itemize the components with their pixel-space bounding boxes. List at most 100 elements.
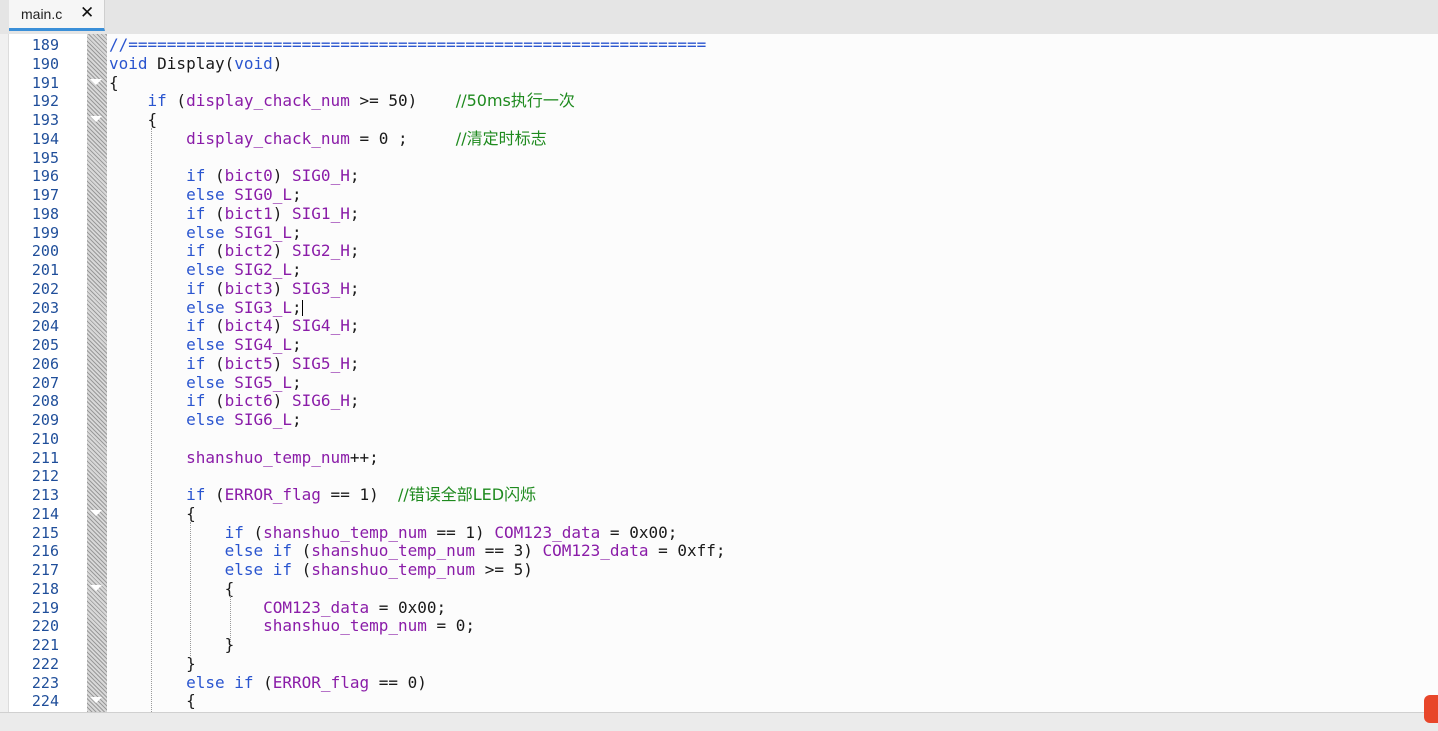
code-token: >= 50) xyxy=(349,91,456,111)
code-identifier: shanshuo_temp_num xyxy=(263,522,427,542)
code-line[interactable]: 205 else SIG4_L; xyxy=(0,335,1438,355)
line-number: 191 xyxy=(31,73,59,92)
code-line[interactable]: 200 if (bict2) SIG2_H; xyxy=(0,241,1438,261)
code-line[interactable]: 219 COM123_data = 0x00; xyxy=(0,598,1438,618)
close-icon[interactable]: ✕ xyxy=(80,3,94,23)
code-line[interactable]: 204 if (bict4) SIG4_H; xyxy=(0,316,1438,336)
code-line[interactable]: 190 void Display(void) xyxy=(0,53,1438,74)
code-text: else if (shanshuo_temp_num == 3) COM123_… xyxy=(109,541,726,561)
code-line[interactable]: 217 else if (shanshuo_temp_num >= 5) xyxy=(0,560,1438,580)
code-text: if (ERROR_flag == 1) //错误全部LED闪烁 xyxy=(109,485,536,505)
code-line[interactable]: 216 else if (shanshuo_temp_num == 3) COM… xyxy=(0,541,1438,561)
code-line[interactable]: 214 { xyxy=(0,503,1438,524)
code-line[interactable]: 189 //===================================… xyxy=(0,35,1438,55)
code-line[interactable]: 221 } xyxy=(0,635,1438,655)
code-line[interactable]: 213 if (ERROR_flag == 1) //错误全部LED闪烁 xyxy=(0,485,1438,505)
code-token: ; xyxy=(292,185,302,204)
code-token: Display( xyxy=(147,53,235,73)
code-identifier: bict6 xyxy=(224,391,273,411)
code-token: ; xyxy=(349,353,360,373)
code-identifier: SIG0_L xyxy=(234,185,293,204)
code-text: shanshuo_temp_num = 0; xyxy=(109,616,475,636)
line-number: 212 xyxy=(31,467,59,486)
code-identifier: COM123_data xyxy=(542,541,649,561)
code-identifier: bict5 xyxy=(224,353,273,373)
line-number: 220 xyxy=(31,617,59,636)
code-token: == 0) xyxy=(369,672,427,692)
code-line[interactable]: 206 if (bict5) SIG5_H; xyxy=(0,353,1438,374)
code-keyword: void xyxy=(234,53,273,73)
code-line[interactable]: 210 xyxy=(0,430,1438,449)
code-line[interactable]: 201 else SIG2_L; xyxy=(0,260,1438,280)
line-number: 195 xyxy=(31,148,59,167)
code-token: { xyxy=(109,578,235,598)
line-number: 205 xyxy=(31,336,59,354)
code-line[interactable]: 197 else SIG0_L; xyxy=(0,185,1438,205)
code-token: == 1) xyxy=(320,485,398,504)
code-line[interactable]: 220 shanshuo_temp_num = 0; xyxy=(0,616,1438,636)
code-line[interactable]: 196 if (bict0) SIG0_H; xyxy=(0,166,1438,186)
code-line[interactable]: 192 if (display_chack_num >= 50) //50ms执… xyxy=(0,91,1438,111)
code-token: ++; xyxy=(349,447,379,467)
code-identifier: SIG3_H xyxy=(292,278,350,298)
line-number: 222 xyxy=(31,654,59,673)
code-token: = 0xff; xyxy=(648,541,726,561)
code-keyword: else xyxy=(186,222,225,242)
fold-toggle-icon[interactable] xyxy=(90,78,102,85)
fold-toggle-icon[interactable] xyxy=(90,697,102,704)
code-line[interactable]: 195 xyxy=(0,149,1438,168)
code-line[interactable]: 207 else SIG5_L; xyxy=(0,373,1438,393)
code-line[interactable]: 222 } xyxy=(0,654,1438,674)
code-line[interactable]: 223 else if (ERROR_flag == 0) xyxy=(0,672,1438,693)
code-text: if (bict4) SIG4_H; xyxy=(109,316,360,336)
code-line[interactable]: 212 xyxy=(0,467,1438,486)
code-token: ) xyxy=(272,278,293,298)
code-token: ( xyxy=(205,391,225,411)
code-line[interactable]: 224 { xyxy=(0,691,1438,711)
code-line[interactable]: 218 { xyxy=(0,578,1438,599)
line-number: 207 xyxy=(31,373,59,392)
code-text: { xyxy=(109,503,196,524)
code-identifier: SIG5_H xyxy=(292,353,350,373)
tab-label[interactable]: main.c xyxy=(21,6,62,22)
tab-main-c[interactable]: main.c ✕ xyxy=(9,0,105,31)
code-token: ( xyxy=(205,166,225,186)
code-keyword: else if xyxy=(224,560,293,579)
line-number: 204 xyxy=(31,317,59,336)
code-token: ; xyxy=(349,278,360,298)
fold-toggle-icon[interactable] xyxy=(90,584,102,591)
code-keyword: if xyxy=(186,485,206,504)
fold-toggle-icon[interactable] xyxy=(90,509,102,516)
code-line[interactable]: 211 shanshuo_temp_num++; xyxy=(0,447,1438,468)
code-line[interactable]: 209 else SIG6_L; xyxy=(0,410,1438,430)
code-token: { xyxy=(109,503,196,523)
code-token: ) xyxy=(272,316,293,336)
fold-toggle-icon[interactable] xyxy=(90,116,102,122)
code-text: if (bict6) SIG6_H; xyxy=(109,391,359,411)
code-line[interactable]: 194 display_chack_num = 0 ; //清定时标志 xyxy=(0,129,1438,149)
code-identifier: ERROR_flag xyxy=(224,485,321,504)
code-line[interactable]: 215 if (shanshuo_temp_num == 1) COM123_d… xyxy=(0,522,1438,543)
line-number: 209 xyxy=(31,411,59,429)
code-identifier: SIG6_L xyxy=(234,410,293,429)
code-line[interactable]: 202 if (bict3) SIG3_H; xyxy=(0,278,1438,299)
code-line[interactable]: 199 else SIG1_L; xyxy=(0,222,1438,243)
line-number: 202 xyxy=(31,279,59,298)
code-token: ; xyxy=(349,316,360,336)
code-token: == 3) xyxy=(475,541,543,561)
code-line[interactable]: 198 if (bict1) SIG1_H; xyxy=(0,204,1438,224)
code-line[interactable]: 203 else SIG3_L; xyxy=(0,298,1438,318)
horizontal-scrollbar[interactable] xyxy=(0,712,1438,731)
code-line[interactable]: 208 if (bict6) SIG6_H; xyxy=(0,391,1438,411)
code-line[interactable]: 191 { xyxy=(0,73,1438,93)
code-line[interactable]: 193 { xyxy=(0,110,1438,130)
indent-guide xyxy=(151,128,152,712)
line-number: 194 xyxy=(31,129,59,148)
